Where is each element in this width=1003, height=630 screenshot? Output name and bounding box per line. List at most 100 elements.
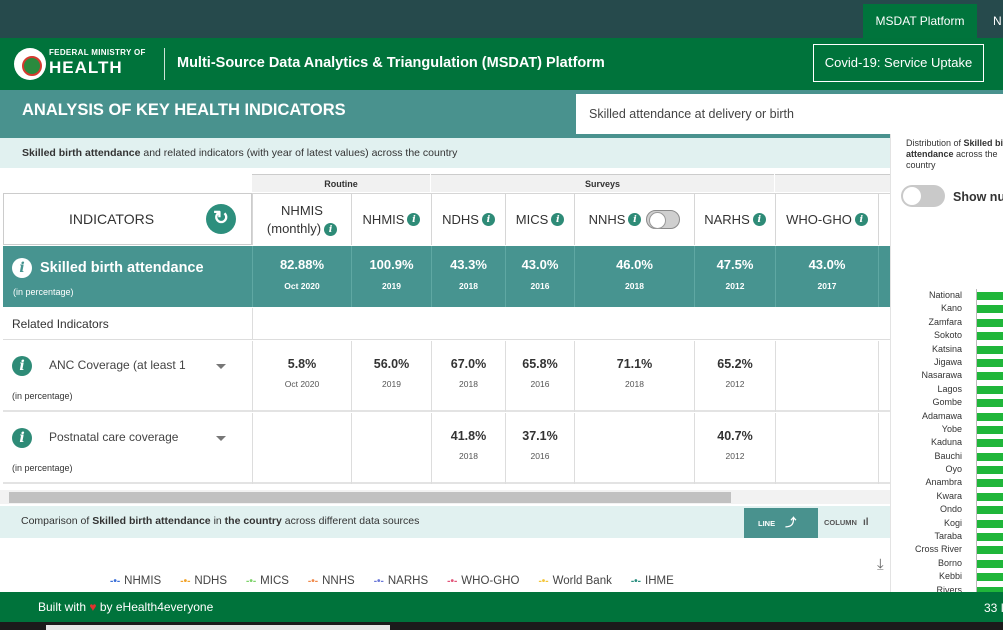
legend-item[interactable]: -•- NDHS: [180, 575, 227, 589]
state-row: Oyo: [891, 463, 1003, 476]
state-bar[interactable]: [977, 332, 1003, 341]
comparison-title: Comparison of Skilled birth attendance i…: [21, 515, 420, 527]
table-subtitle: Skilled birth attendance and related ind…: [0, 138, 890, 168]
state-bar[interactable]: [977, 466, 1003, 475]
info-icon[interactable]: i: [752, 213, 766, 226]
state-bar[interactable]: [977, 533, 1003, 542]
state-label: Katsina: [931, 343, 962, 354]
subtitle-indicator: Skilled birth attendance: [22, 147, 141, 159]
state-bar[interactable]: [977, 385, 1003, 394]
col-who-gho: WHO-GHO i: [775, 193, 878, 245]
related-cell-overflow: [878, 341, 890, 412]
info-icon[interactable]: i: [12, 428, 32, 448]
footer: Built with ♥ by eHealth4everyone 33 I: [0, 592, 1003, 622]
legend-item[interactable]: -•- IHME: [631, 575, 674, 589]
state-bar[interactable]: [977, 506, 1003, 515]
cell-value: 82.88%: [279, 257, 325, 272]
cell-value: 47.5%: [716, 257, 754, 272]
state-bar[interactable]: [977, 573, 1003, 582]
chevron-down-icon[interactable]: [216, 364, 226, 369]
state-label: Ondo: [939, 504, 962, 515]
legend-item[interactable]: -•- NARHS: [374, 575, 428, 589]
table-horizontal-scrollbar[interactable]: [0, 490, 890, 504]
state-bar[interactable]: [977, 345, 1003, 354]
state-row: Adamawa: [891, 410, 1003, 423]
state-row: Nasarawa: [891, 369, 1003, 382]
info-icon[interactable]: i: [628, 213, 642, 226]
distribution-panel: Distribution of Skilled birth attendance…: [890, 134, 1003, 592]
info-icon[interactable]: i: [324, 222, 338, 236]
state-bar[interactable]: [977, 358, 1003, 367]
related-indicator-name[interactable]: ANC Coverage (at least 1: [49, 358, 187, 372]
legend-swatch: -•-: [110, 576, 121, 587]
state-label: Kogi: [943, 517, 962, 528]
distribution-title: Distribution of Skilled birth attendance…: [906, 138, 1003, 170]
main-indicator-row: i Skilled birth attendance (in percentage…: [3, 246, 890, 307]
show-numbers-toggle[interactable]: [901, 185, 945, 207]
footer-right-text: 33 I: [984, 601, 1003, 615]
group-routine: Routine: [252, 174, 430, 192]
legend-swatch: -•-: [246, 576, 257, 587]
info-icon[interactable]: i: [12, 356, 32, 376]
info-icon[interactable]: i: [854, 213, 868, 226]
covid-service-uptake-button[interactable]: Covid-19: Service Uptake: [813, 44, 984, 82]
state-bar[interactable]: [977, 492, 1003, 501]
legend-item[interactable]: -•- World Bank: [538, 575, 611, 589]
state-label: Adamawa: [921, 410, 962, 421]
line-chart-button[interactable]: LINE ⤴: [744, 508, 818, 538]
indicator-select[interactable]: Skilled attendance at delivery or birth: [576, 94, 1003, 134]
state-label: Kaduna: [930, 437, 962, 448]
state-bar[interactable]: [977, 546, 1003, 555]
state-label: Kano: [940, 303, 962, 314]
legend-item[interactable]: -•- WHO-GHO: [447, 575, 519, 589]
state-bar[interactable]: [977, 452, 1003, 461]
legend-swatch: -•-: [180, 576, 191, 587]
state-label: Rivers: [936, 584, 962, 592]
col-nhmis-monthly: NHMIS (monthly) i: [252, 193, 351, 245]
related-cell: [775, 341, 878, 412]
state-bar[interactable]: [977, 412, 1003, 421]
refresh-icon[interactable]: ↻: [206, 204, 236, 234]
state-row: Kwara: [891, 490, 1003, 503]
chevron-down-icon[interactable]: [216, 436, 226, 441]
line-chart-icon: ⤴: [785, 517, 797, 529]
info-icon[interactable]: i: [407, 213, 421, 226]
col-ndhs: NDHS i: [431, 193, 505, 245]
state-bar[interactable]: [977, 399, 1003, 408]
cell-value: 100.9%: [369, 257, 414, 272]
state-label: Zamfara: [928, 316, 962, 327]
state-row: Ondo: [891, 503, 1003, 516]
chart-legend: -•- NHMIS -•- NDHS -•- MICS -•- NNHS -•- NARH…: [110, 575, 693, 589]
nnhs-toggle[interactable]: [646, 210, 681, 229]
state-bar[interactable]: [977, 372, 1003, 381]
tab-next[interactable]: N: [993, 4, 1003, 38]
download-icon[interactable]: ⤓: [877, 556, 884, 573]
tab-msdat-platform[interactable]: MSDAT Platform: [863, 4, 977, 38]
heart-icon: ♥: [89, 600, 97, 614]
legend-item[interactable]: -•- MICS: [246, 575, 289, 589]
state-bar[interactable]: [977, 305, 1003, 314]
state-row: Katsina: [891, 343, 1003, 356]
state-bar[interactable]: [977, 479, 1003, 488]
info-icon[interactable]: i: [551, 213, 565, 226]
scrollbar-thumb[interactable]: [9, 492, 731, 503]
legend-item[interactable]: -•- NHMIS: [110, 575, 161, 589]
related-indicator-name[interactable]: Postnatal care coverage: [49, 430, 187, 444]
cell-value: 56.0%: [373, 357, 410, 371]
info-icon[interactable]: i: [12, 258, 32, 278]
state-bar[interactable]: [977, 292, 1003, 300]
column-chart-button[interactable]: COLUMN ıl: [824, 508, 884, 538]
related-cell: 5.8% Oct 2020: [252, 341, 351, 412]
state-bar[interactable]: [977, 519, 1003, 528]
legend-item[interactable]: -•- NNHS: [308, 575, 355, 589]
state-label: Lagos: [937, 383, 962, 394]
info-icon[interactable]: i: [481, 213, 495, 226]
cell-value: 43.3%: [450, 257, 487, 272]
related-cell: 41.8% 2018: [431, 413, 505, 484]
state-bar[interactable]: [977, 425, 1003, 434]
state-bar[interactable]: [977, 559, 1003, 568]
legend-swatch: -•-: [538, 576, 549, 587]
cell-value: 5.8%: [287, 357, 317, 371]
state-bar[interactable]: [977, 439, 1003, 448]
state-bar[interactable]: [977, 318, 1003, 327]
